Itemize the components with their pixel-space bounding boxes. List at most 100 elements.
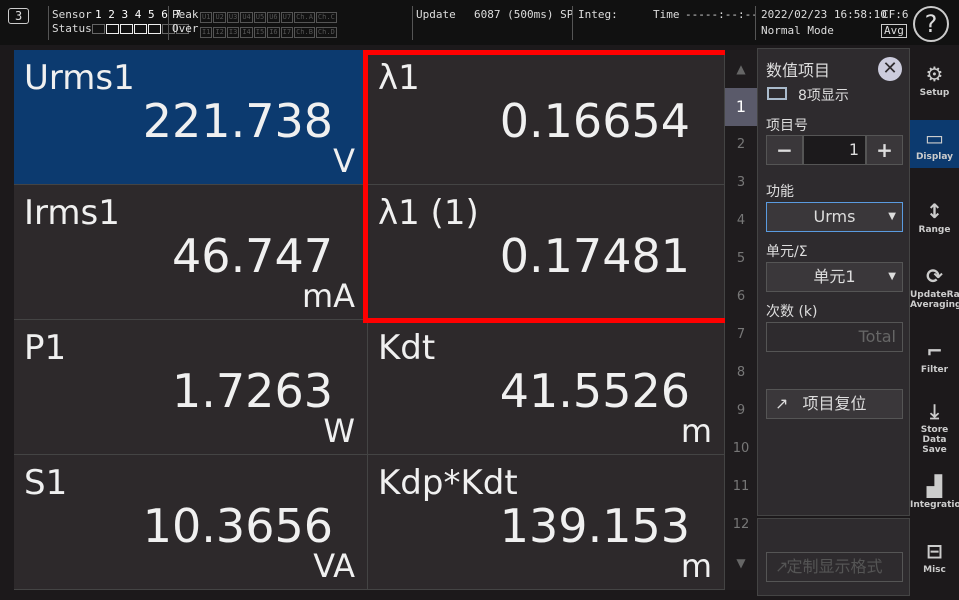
page-9[interactable]: 9 xyxy=(725,392,757,430)
item-value: 1.7263 xyxy=(172,364,333,418)
sidebar-label: Range xyxy=(918,225,951,235)
over-label: Over xyxy=(172,22,199,35)
avg-badge: Avg xyxy=(881,24,907,38)
indicator-box: I3 xyxy=(226,27,240,38)
item-value: 46.747 xyxy=(172,229,333,283)
page-4[interactable]: 4 xyxy=(725,202,757,240)
measurement-cell[interactable]: Kdp*Kdt 139.153 m xyxy=(368,455,725,590)
help-button[interactable]: ? xyxy=(913,6,949,42)
page-3[interactable]: 3 xyxy=(725,164,757,202)
item-unit: m xyxy=(680,412,712,450)
page-10[interactable]: 10 xyxy=(725,430,757,468)
page-12[interactable]: 12 xyxy=(725,506,757,544)
sidebar-item-integration[interactable]: ▟ Integration xyxy=(910,468,959,516)
measurement-cell[interactable]: Kdt 41.5526 m xyxy=(368,320,725,455)
item-unit: m xyxy=(680,547,712,585)
channel-icon[interactable]: 3 xyxy=(8,8,30,24)
custom-format-button: ↗ 定制显示格式 xyxy=(766,552,903,582)
time-value: -----:--:-- xyxy=(685,8,758,21)
item-name: Kdt xyxy=(378,328,436,368)
indicator-box: Ch.C xyxy=(315,12,337,23)
page-11[interactable]: 11 xyxy=(725,468,757,506)
element-label: 单元/Σ xyxy=(766,244,808,260)
indicator-box: Ch.B xyxy=(294,27,315,38)
element-select[interactable]: 单元1 ▼ xyxy=(766,262,903,292)
download-icon: ⤓ xyxy=(930,399,939,423)
indicator-box: I7 xyxy=(280,27,294,38)
page-2[interactable]: 2 xyxy=(725,126,757,164)
sidebar-item-updaterate[interactable]: ⟳UpdateRate Averaging xyxy=(910,258,959,316)
item-no-label: 项目号 xyxy=(766,118,808,134)
page-8[interactable]: 8 xyxy=(725,354,757,392)
element-value: 单元1 xyxy=(813,267,856,286)
update-label: Update xyxy=(416,8,456,21)
datetime: 2022/02/23 16:58:10 xyxy=(761,8,887,21)
sidebar-label: Misc xyxy=(923,565,946,575)
indicator-box: I1 xyxy=(200,27,213,38)
chevron-down-icon: ▼ xyxy=(888,271,896,282)
function-select[interactable]: Urms ▼ xyxy=(766,202,903,232)
item-reset-label: 项目复位 xyxy=(802,394,867,413)
indicator-box: U7 xyxy=(280,12,294,23)
sidebar-item-store[interactable]: ⤓ Store Data Save xyxy=(910,393,959,461)
refresh-icon: ⟳ xyxy=(926,264,943,288)
item-reset-button[interactable]: ↗ 项目复位 xyxy=(766,389,903,419)
update-value: 6087 (500ms) SP xyxy=(474,8,574,21)
sidebar-item-misc[interactable]: ⊟ Misc xyxy=(910,533,959,581)
toolbox-icon: ⊟ xyxy=(926,539,943,563)
function-value: Urms xyxy=(813,207,856,226)
indicator-box: Ch.A xyxy=(294,12,315,23)
indicator-box: Ch.D xyxy=(315,27,337,38)
page-7[interactable]: 7 xyxy=(725,316,757,354)
indicator-box: U5 xyxy=(253,12,267,23)
indicator-box: I5 xyxy=(253,27,267,38)
filter-icon: ⌐ xyxy=(926,339,943,363)
integration-icon: ▟ xyxy=(926,474,943,498)
page-5[interactable]: 5 xyxy=(725,240,757,278)
display-icon: ▭ xyxy=(925,126,944,150)
panel-title: 数值项目 xyxy=(766,61,831,80)
scroll-down-icon[interactable]: ▼ xyxy=(725,544,757,582)
order-label: 次数 (k) xyxy=(766,304,818,320)
measurement-cell[interactable]: Urms1 221.738 V xyxy=(14,50,368,185)
item-name: Kdp*Kdt xyxy=(378,463,518,503)
indicator-box: U3 xyxy=(226,12,240,23)
item-unit: W xyxy=(323,412,355,450)
status-bar: 3 Sensor 1 2 3 4 5 6 7 Status Peak U1 U2 U… xyxy=(0,0,959,45)
sidebar-item-filter[interactable]: ⌐ Filter xyxy=(910,333,959,381)
crest-factor: CF:6 xyxy=(882,8,909,21)
external-link-icon: ↗ xyxy=(775,557,789,576)
item-value: 41.5526 xyxy=(499,364,690,418)
close-icon[interactable]: ✕ xyxy=(878,57,902,81)
sidebar-item-range[interactable]: ↕ Range xyxy=(910,193,959,241)
page-1[interactable]: 1 xyxy=(725,88,757,126)
page-selector: ▲ 1 2 3 4 5 6 7 8 9 10 11 12 ▼ xyxy=(725,50,757,590)
sidebar-item-setup[interactable]: ⚙ Setup xyxy=(910,56,959,104)
custom-panel: ↗ 定制显示格式 xyxy=(757,518,910,596)
item-unit: V xyxy=(333,142,355,180)
decrement-button[interactable]: − xyxy=(766,135,803,165)
display-mode[interactable]: 8项显示 xyxy=(798,85,849,105)
item-value: 139.153 xyxy=(499,499,690,553)
peak-boxes: U1 U2 U3 U4 U5 U6 U7 Ch.A Ch.C xyxy=(200,9,338,23)
measurement-cell[interactable]: P1 1.7263 W xyxy=(14,320,368,455)
item-unit: mA xyxy=(301,277,355,315)
indicator-box: I4 xyxy=(240,27,253,38)
scroll-up-icon[interactable]: ▲ xyxy=(725,50,757,88)
numeric-items-panel: 数值项目 ✕ 8项显示 项目号 − 1 + 功能 Urms ▼ 单元/Σ 单元1 ▼… xyxy=(757,48,910,516)
item-no-input[interactable]: 1 xyxy=(803,135,866,165)
measurement-cell[interactable]: Irms1 46.747 mA xyxy=(14,185,368,320)
indicator-box: U6 xyxy=(267,12,280,23)
page-6[interactable]: 6 xyxy=(725,278,757,316)
indicator-box: I6 xyxy=(267,27,280,38)
increment-button[interactable]: + xyxy=(866,135,903,165)
item-value: 221.738 xyxy=(142,94,333,148)
gear-icon: ⚙ xyxy=(925,62,944,86)
sidebar-item-display[interactable]: ▭ Display xyxy=(910,120,959,168)
measurement-cell[interactable]: S1 10.3656 VA xyxy=(14,455,368,590)
peak-label: Peak xyxy=(172,8,199,21)
item-name: P1 xyxy=(24,328,67,368)
item-name: Irms1 xyxy=(24,193,120,233)
status-label: Status xyxy=(52,22,92,35)
display-mode-icon xyxy=(767,87,787,100)
